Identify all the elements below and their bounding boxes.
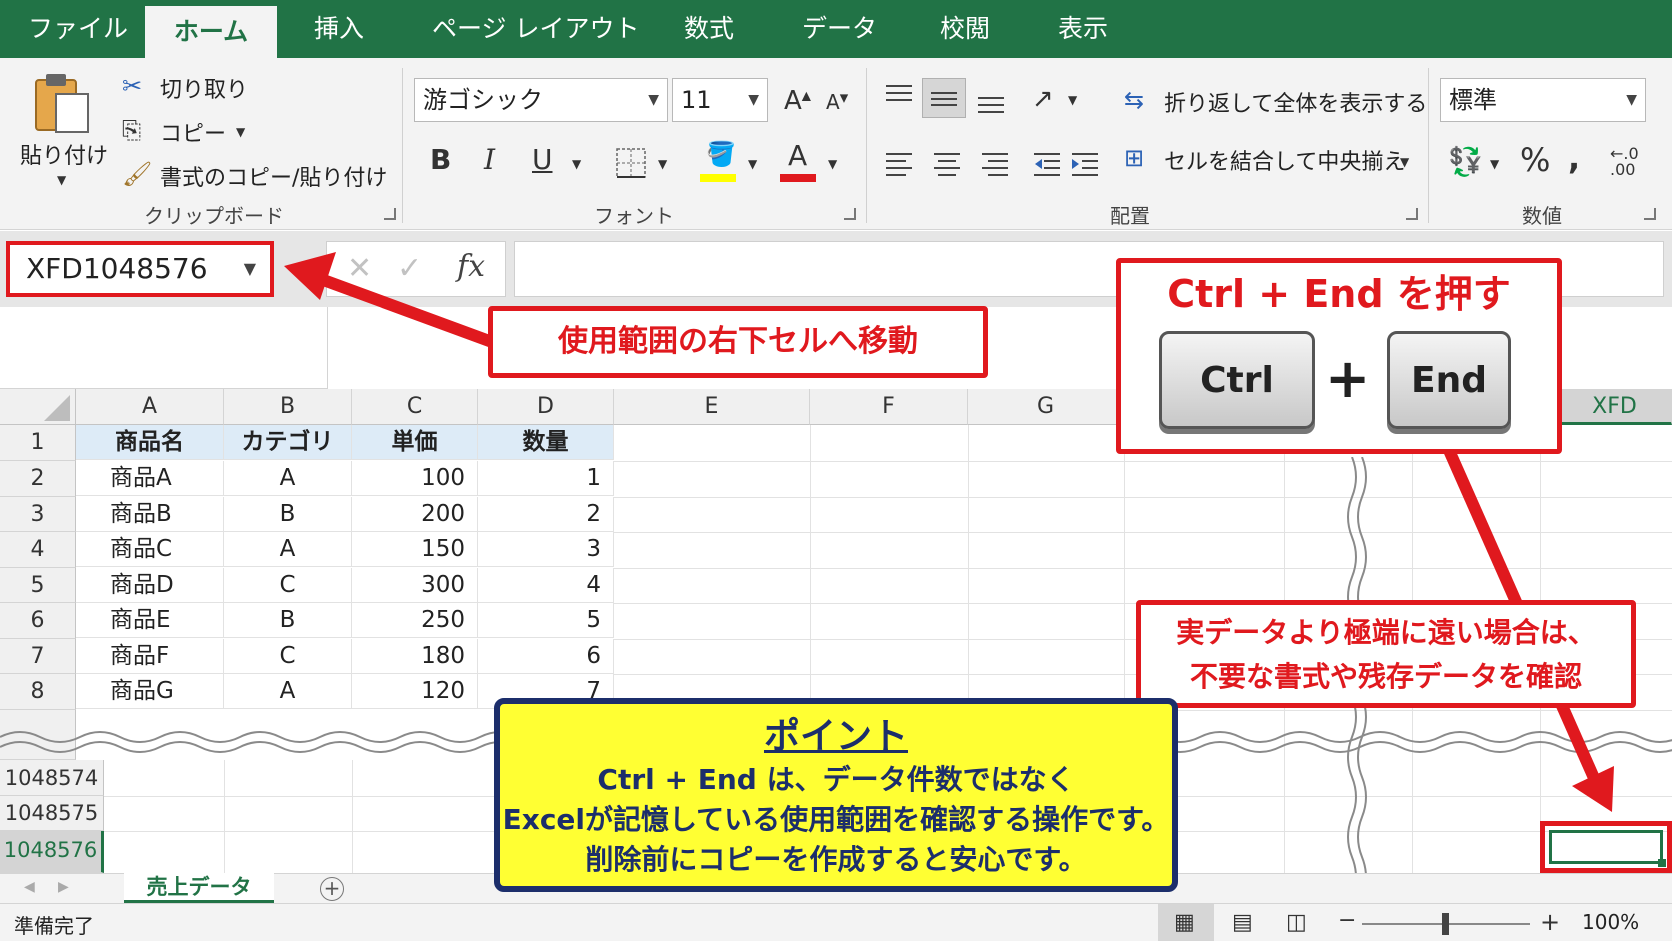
shortcut-callout: Ctrl + End を押す Ctrl + End [1116,258,1562,454]
shortcut-title: Ctrl + End を押す [1167,272,1511,316]
point-heading: ポイント [763,716,908,757]
warning-line-2: 不要な書式や残存データを確認 [1189,660,1582,693]
point-line-1: Ctrl + End は、データ件数ではなく [597,763,1075,796]
move-callout: 使用範囲の右下セルへ移動 [488,306,988,378]
warning-callout: 実データより極端に遠い場合は、 不要な書式や残存データを確認 [1136,600,1636,708]
ctrl-key: Ctrl [1159,331,1315,429]
warning-line-1: 実データより極端に遠い場合は、 [1176,616,1596,649]
point-callout: ポイント Ctrl + End は、データ件数ではなく Excelが記憶している… [494,698,1178,892]
point-line-3: 削除前にコピーを作成すると安心です。 [585,843,1087,876]
end-key: End [1387,331,1511,429]
plus-sign: + [1325,347,1371,410]
point-line-2: Excelが記憶している使用範囲を確認する操作です。 [502,803,1170,836]
